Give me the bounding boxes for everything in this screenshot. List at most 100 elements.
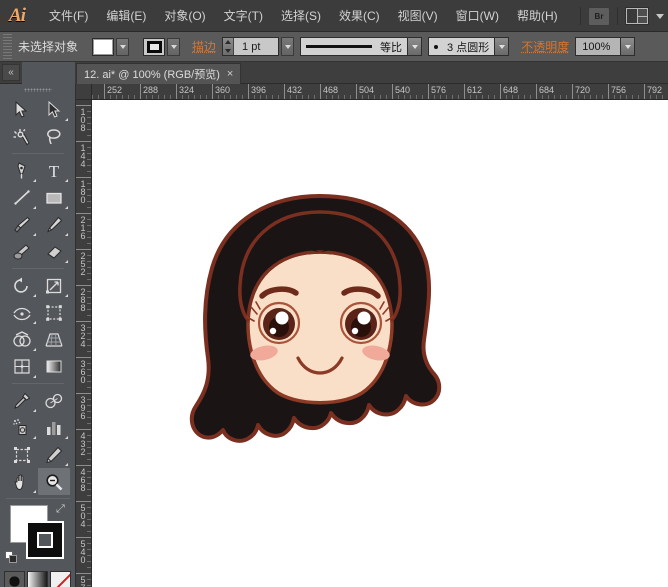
ruler-minor-tick xyxy=(602,95,603,99)
fill-swatch[interactable] xyxy=(92,38,114,56)
opacity-value-field[interactable]: 100% xyxy=(575,37,621,56)
arrange-documents-icon[interactable] xyxy=(625,7,649,25)
menu-select[interactable]: 选择(S) xyxy=(272,3,330,28)
document-tab[interactable]: 12. ai* @ 100% (RGB/预览) × xyxy=(76,63,241,84)
ruler-minor-tick xyxy=(87,405,91,406)
control-bar-grip[interactable] xyxy=(3,34,12,60)
ruler-minor-tick xyxy=(188,95,189,99)
line-segment-tool[interactable] xyxy=(6,184,38,211)
menu-help[interactable]: 帮助(H) xyxy=(508,3,567,28)
ruler-tick xyxy=(76,501,92,502)
stroke-weight-dropdown-icon[interactable] xyxy=(281,37,294,56)
ruler-minor-tick xyxy=(434,95,435,99)
artwork-cartoon-girl[interactable] xyxy=(170,190,470,465)
opacity-link-label[interactable]: 不透明度 xyxy=(521,38,569,55)
fill-control[interactable] xyxy=(92,38,129,56)
mesh-tool[interactable] xyxy=(6,353,38,380)
eyedropper-tool[interactable] xyxy=(6,387,38,414)
hand-tool[interactable] xyxy=(6,468,38,495)
pencil-tool[interactable] xyxy=(38,211,70,238)
stroke-weight-field[interactable]: 1 pt xyxy=(222,37,279,56)
ruler-minor-tick xyxy=(224,95,225,99)
stroke-color-swatch[interactable] xyxy=(26,521,64,559)
collapse-panel-icon[interactable]: « xyxy=(2,64,20,81)
ruler-label: 108 xyxy=(78,107,87,131)
ruler-minor-tick xyxy=(87,237,91,238)
blob-brush-tool[interactable] xyxy=(6,238,38,265)
stroke-dropdown-icon[interactable] xyxy=(167,38,180,56)
ruler-label: 540 xyxy=(78,539,87,563)
ruler-minor-tick xyxy=(87,189,91,190)
menu-window[interactable]: 窗口(W) xyxy=(447,3,508,28)
ruler-minor-tick xyxy=(87,291,91,292)
ruler-minor-tick xyxy=(87,345,91,346)
paintbrush-tool[interactable] xyxy=(6,211,38,238)
scale-tool[interactable] xyxy=(38,272,70,299)
ruler-label: 576 xyxy=(78,575,87,587)
shape-builder-tool[interactable] xyxy=(6,326,38,353)
horizontal-ruler[interactable]: 2522883243603964324685045405766126486847… xyxy=(92,84,668,100)
eraser-tool[interactable] xyxy=(38,238,70,265)
stroke-link-label[interactable]: 描边 xyxy=(192,38,216,55)
blend-tool[interactable] xyxy=(38,387,70,414)
selection-status-label: 未选择对象 xyxy=(18,38,78,55)
ruler-minor-tick xyxy=(542,95,543,99)
chevron-down-icon[interactable] xyxy=(656,14,664,19)
menu-effect[interactable]: 效果(C) xyxy=(330,3,389,28)
menu-view[interactable]: 视图(V) xyxy=(389,3,447,28)
lasso-tool[interactable] xyxy=(38,123,70,150)
free-transform-tool[interactable] xyxy=(38,299,70,326)
close-icon[interactable]: × xyxy=(227,68,233,80)
ruler-corner[interactable] xyxy=(76,84,92,100)
rectangle-tool[interactable] xyxy=(38,184,70,211)
tool-divider xyxy=(12,383,64,384)
magic-wand-tool[interactable] xyxy=(6,123,38,150)
ruler-minor-tick xyxy=(638,95,639,99)
direct-selection-tool[interactable] xyxy=(38,96,70,123)
stroke-control[interactable] xyxy=(143,38,180,56)
gradient-tool[interactable] xyxy=(38,353,70,380)
bridge-icon[interactable]: Br xyxy=(588,7,610,26)
opacity-dropdown-icon[interactable] xyxy=(621,37,635,56)
rotate-tool[interactable] xyxy=(6,272,38,299)
column-graph-tool[interactable] xyxy=(38,414,70,441)
none-mode-button[interactable] xyxy=(50,571,71,587)
perspective-grid-tool[interactable] xyxy=(38,326,70,353)
tool-panel-grip[interactable] xyxy=(0,84,75,96)
zoom-tool[interactable] xyxy=(38,468,70,495)
stroke-profile-dropdown-icon[interactable] xyxy=(408,37,422,56)
brush-definition-combo[interactable]: 3 点圆形 xyxy=(428,37,495,56)
symbol-sprayer-tool[interactable] xyxy=(6,414,38,441)
vertical-ruler[interactable]: 1081441802162522883243603964324685045405… xyxy=(76,100,92,587)
fill-dropdown-icon[interactable] xyxy=(116,38,129,56)
artboard-tool[interactable] xyxy=(6,441,38,468)
menu-object[interactable]: 对象(O) xyxy=(155,3,214,28)
gradient-mode-button[interactable] xyxy=(27,571,48,587)
stroke-weight-stepper[interactable] xyxy=(223,38,234,55)
ruler-minor-tick xyxy=(87,315,91,316)
ruler-minor-tick xyxy=(87,441,91,442)
color-mode-button[interactable] xyxy=(4,571,25,587)
ruler-minor-tick xyxy=(87,303,91,304)
ruler-minor-tick xyxy=(87,165,91,166)
ruler-minor-tick xyxy=(446,95,447,99)
ruler-tick xyxy=(76,177,92,178)
tool-panel-header[interactable] xyxy=(22,62,76,84)
selection-tool[interactable] xyxy=(6,96,38,123)
swap-fill-stroke-icon[interactable]: ⤢ xyxy=(56,503,70,517)
stroke-swatch[interactable] xyxy=(143,38,165,56)
menu-type[interactable]: 文字(T) xyxy=(215,3,272,28)
slice-tool[interactable] xyxy=(38,441,70,468)
type-tool[interactable]: T xyxy=(38,157,70,184)
menu-edit[interactable]: 编辑(E) xyxy=(97,3,155,28)
ruler-label: 396 xyxy=(78,395,87,419)
ruler-label: 252 xyxy=(104,85,122,95)
artboard-canvas[interactable] xyxy=(92,100,668,587)
stroke-profile-combo[interactable]: 等比 xyxy=(300,37,408,56)
default-fill-stroke-icon[interactable] xyxy=(5,551,18,564)
ruler-minor-tick xyxy=(218,95,219,99)
pen-tool[interactable] xyxy=(6,157,38,184)
width-tool[interactable] xyxy=(6,299,38,326)
menu-file[interactable]: 文件(F) xyxy=(40,3,97,28)
brush-definition-dropdown-icon[interactable] xyxy=(495,37,509,56)
